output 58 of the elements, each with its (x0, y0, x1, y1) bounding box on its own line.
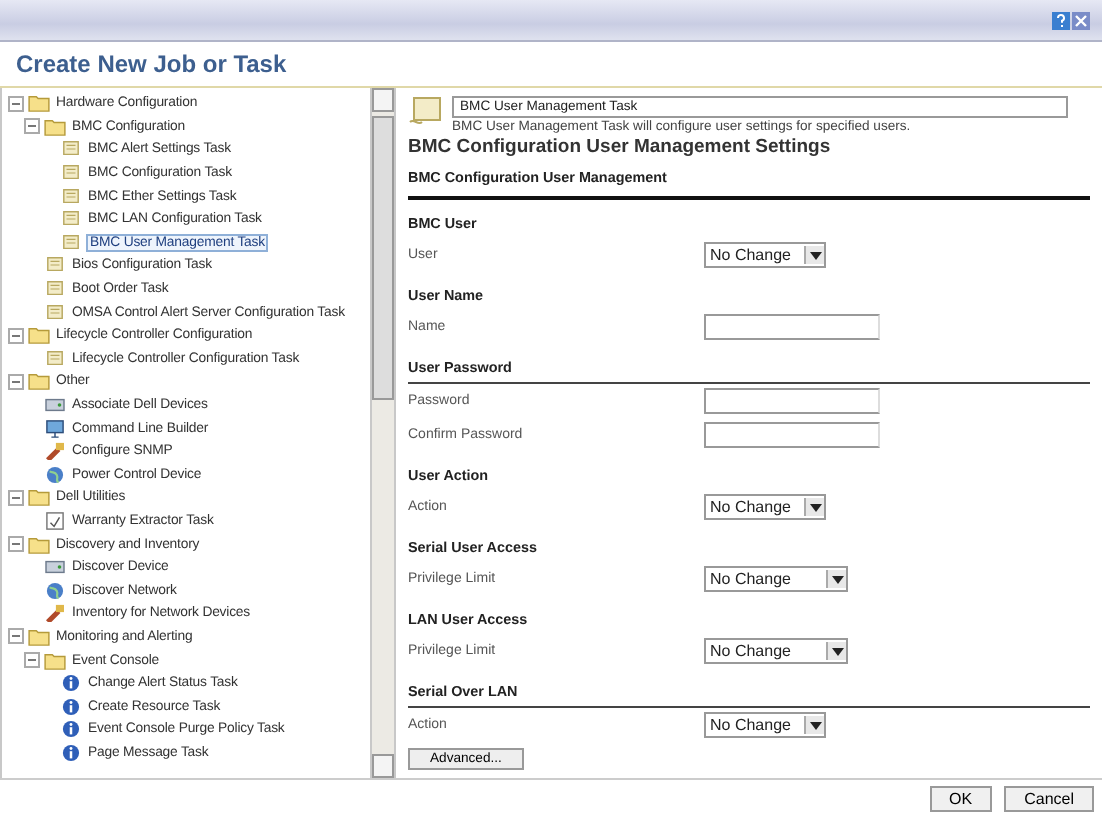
dropdown-arrow-icon (831, 647, 843, 655)
folder-icon (44, 651, 66, 670)
collapse-toggle[interactable] (24, 118, 40, 135)
collapse-toggle[interactable] (8, 628, 24, 645)
settings-title: BMC Configuration User Management Settings (408, 136, 833, 158)
dropdown-arrow-icon (809, 721, 821, 729)
info-icon (60, 674, 82, 693)
scroll-icon (60, 164, 82, 183)
scroll-icon (44, 280, 66, 299)
device-icon (44, 558, 66, 577)
device-icon (44, 396, 66, 415)
dropdown[interactable]: No Change (704, 494, 826, 520)
collapse-toggle[interactable] (8, 327, 24, 344)
dialog-button[interactable]: OK (929, 786, 993, 812)
scroll-icon (44, 303, 66, 322)
scroll-icon (44, 349, 66, 368)
dropdown-arrow-icon (809, 251, 821, 259)
input-field[interactable] (704, 314, 880, 340)
scrollbar[interactable] (370, 88, 396, 778)
scroll-icon (60, 233, 82, 252)
globe-icon (44, 581, 66, 600)
dropdown[interactable]: No Change (704, 242, 826, 268)
folder-icon (28, 372, 50, 391)
collapse-toggle[interactable] (8, 489, 24, 506)
folder-icon (28, 535, 50, 554)
collapse-toggle[interactable] (8, 373, 24, 390)
tool-icon (44, 604, 66, 623)
dropdown-arrow-icon (809, 503, 821, 511)
scroll-icon (60, 140, 82, 159)
dropdown[interactable]: No Change (704, 712, 826, 738)
dialog-button[interactable]: Cancel (1004, 786, 1094, 812)
info-icon (60, 743, 82, 762)
help-icon[interactable] (1052, 11, 1070, 29)
info-icon (60, 720, 82, 739)
folder-icon (28, 326, 50, 345)
collapse-toggle[interactable] (24, 652, 40, 669)
window-title: Create New Job or Task (16, 50, 287, 78)
info-icon (60, 697, 82, 716)
close-icon[interactable] (1072, 11, 1090, 29)
folder-icon (44, 117, 66, 136)
scroll-icon (60, 210, 82, 229)
folder-icon (28, 627, 50, 646)
collapse-toggle[interactable] (8, 536, 24, 553)
folder-icon (28, 94, 50, 113)
tool-icon (44, 442, 66, 461)
computer-icon (44, 419, 66, 438)
dropdown-arrow-icon (831, 575, 843, 583)
scroll-icon (44, 256, 66, 275)
input-field[interactable] (704, 422, 880, 448)
scroll-icon (408, 96, 444, 128)
folder-icon (28, 488, 50, 507)
dropdown[interactable]: No Change (704, 566, 848, 592)
input-field[interactable] (704, 388, 880, 414)
collapse-toggle[interactable] (8, 95, 24, 112)
scroll-icon (60, 187, 82, 206)
globe-icon (44, 465, 66, 484)
dropdown[interactable]: No Change (704, 638, 848, 664)
document-icon (44, 511, 66, 530)
